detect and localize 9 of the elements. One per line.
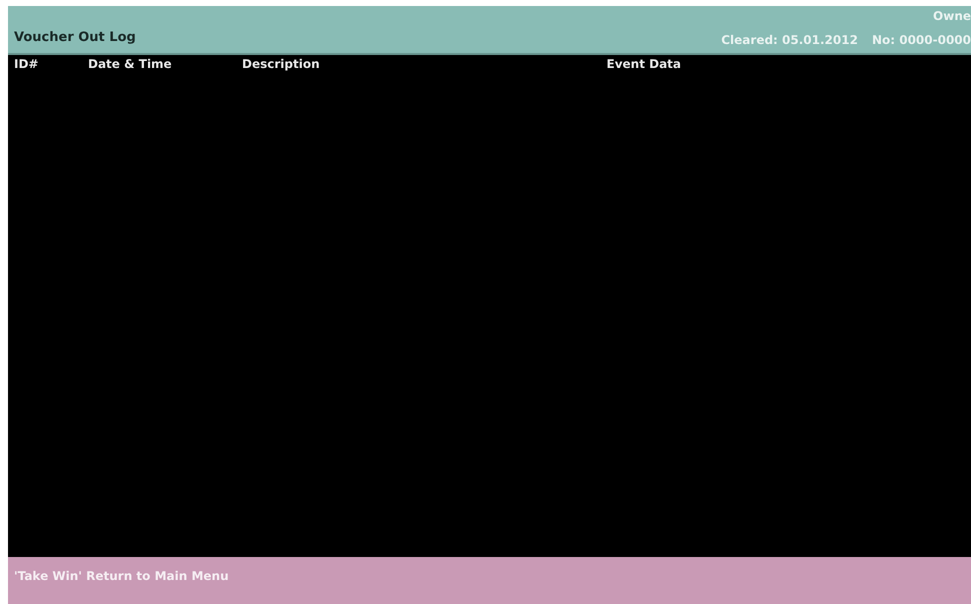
column-header: Description [242,57,321,71]
footer-hint: 'Take Win' Return to Main Menu [14,569,229,583]
screen-title: Voucher Out Log [14,30,136,47]
column-header: Event Data [606,57,682,71]
owner-label: Owne [933,9,971,23]
column-header: ID# [14,57,40,71]
column-header: Date & Time [88,57,173,71]
cleared-date: Cleared: 05.01.2012 [721,33,858,47]
machine-number: No: 0000-0000 [872,33,971,47]
